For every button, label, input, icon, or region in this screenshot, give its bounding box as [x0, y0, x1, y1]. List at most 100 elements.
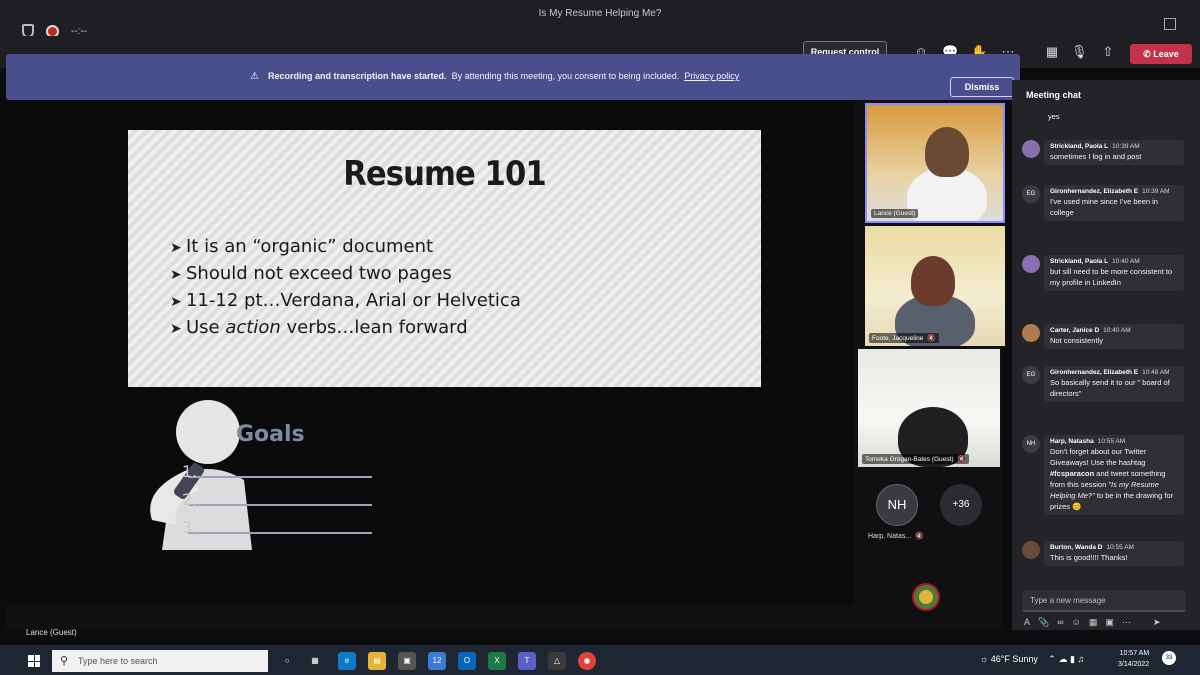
- chat-author: Strickland, Paola L: [1050, 258, 1109, 265]
- goals-illustration: Goals 1. 2. 3.: [132, 400, 392, 555]
- task-view-icon[interactable]: ▦: [306, 652, 324, 670]
- chat-bubble: Gironhernandez, Elizabeth E 10:39 AM I've …: [1044, 185, 1184, 221]
- window-title-bar: Is My Resume Helping Me? --:--: [0, 0, 1200, 38]
- chat-author: Harp, Natasha: [1050, 438, 1094, 445]
- bullet-text-action: Use action verbs…lean forward: [186, 317, 468, 338]
- goal-number: 2.: [182, 490, 198, 509]
- emoji-icon[interactable]: ☺: [1072, 617, 1081, 628]
- tray-icons[interactable]: ⌃ ☁ ▮ ♫: [1048, 654, 1084, 664]
- goal-line: [188, 504, 372, 506]
- format-icon[interactable]: A: [1024, 617, 1030, 628]
- avatar-name-text: Harp, Natas...: [868, 533, 912, 540]
- chat-avatar[interactable]: [1022, 324, 1040, 342]
- window-title: Is My Resume Helping Me?: [538, 8, 662, 19]
- cortana-icon[interactable]: ○: [278, 652, 296, 670]
- chat-text: sometimes I log in and post: [1050, 152, 1142, 161]
- participant-avatar-name: Harp, Natas... 🔇: [868, 532, 924, 540]
- chrome-icon[interactable]: ◉: [578, 652, 596, 670]
- chat-text: This is good!!!! Thanks!: [1050, 553, 1128, 562]
- file-explorer-icon[interactable]: ▤: [368, 652, 386, 670]
- chat-avatar[interactable]: EG: [1022, 185, 1040, 203]
- send-icon[interactable]: ➤: [1153, 617, 1161, 628]
- outlook-icon[interactable]: O: [458, 652, 476, 670]
- leave-button[interactable]: ✆ Leave: [1130, 44, 1192, 64]
- meeting-timer: --:--: [71, 25, 88, 37]
- chat-time: 10:40 AM: [1112, 258, 1140, 265]
- banner-message: Recording and transcription have started…: [268, 71, 739, 81]
- participant-head: [925, 127, 969, 177]
- goals-heading: Goals: [236, 422, 305, 447]
- participant-avatar-nh[interactable]: NH: [876, 484, 918, 526]
- video-tile-tomeka[interactable]: Tomeka Grogan-Bates (Guest) 🔇: [858, 349, 1000, 467]
- arrow-bullet-icon: ➤: [170, 267, 182, 283]
- chat-author: Strickland, Paola L: [1050, 143, 1109, 150]
- chat-text: So basically send it to our " board of d…: [1050, 378, 1170, 398]
- start-button-icon[interactable]: [28, 655, 40, 667]
- dismiss-button[interactable]: Dismiss: [950, 77, 1014, 97]
- chat-avatar[interactable]: EG: [1022, 366, 1040, 384]
- conference-logo: [912, 583, 940, 611]
- chat-bubble: Carter, Janice D 10:40 AM Not consistently: [1044, 324, 1184, 349]
- teams-icon[interactable]: T: [518, 652, 536, 670]
- warning-icon: ⚠: [250, 71, 259, 82]
- recording-banner: ⚠ Recording and transcription have start…: [6, 54, 1020, 100]
- weather-text: 46°F Sunny: [990, 654, 1038, 664]
- acrobat-icon[interactable]: △: [548, 652, 566, 670]
- edge-icon[interactable]: e: [338, 652, 356, 670]
- chat-text: Don't forget about our Twitter Giveaways…: [1050, 447, 1174, 511]
- chat-toolbar: A 📎 ∞ ☺ ▦ ▣ ⋯ ➤: [1024, 617, 1160, 628]
- goal-line: [188, 532, 372, 534]
- taskbar-search[interactable]: ⚲ Type here to search: [52, 650, 268, 672]
- shared-screen: Resume 101 ➤ It is an “organic” document …: [6, 100, 854, 605]
- mail-badge: 12: [432, 656, 442, 665]
- camera-off-icon[interactable]: ▦: [1044, 44, 1060, 60]
- gif-icon[interactable]: ▦: [1089, 617, 1098, 628]
- video-tile-lance[interactable]: Lance (Guest): [865, 103, 1005, 223]
- taskbar-clock[interactable]: 10:57 AM 3/14/2022: [1118, 648, 1149, 670]
- chat-bubble: Burton, Wanda D 10:55 AM This is good!!!! …: [1044, 541, 1184, 566]
- chat-text: I've used mine since I've been in colleg…: [1050, 197, 1158, 217]
- more-options-icon[interactable]: ⋯: [1122, 617, 1131, 628]
- video-tile-jacqueline[interactable]: Foote, Jacqueline 🔇: [865, 226, 1005, 346]
- banner-text: By attending this meeting, you consent t…: [451, 71, 680, 81]
- mail-icon[interactable]: 12: [428, 652, 446, 670]
- sticker-icon[interactable]: ▣: [1105, 617, 1114, 628]
- chat-message-header: Gironhernandez, Elizabeth E 10:48 AM: [1050, 369, 1178, 376]
- chat-time: 10:55 AM: [1106, 544, 1134, 551]
- restore-window-icon[interactable]: [1164, 18, 1176, 30]
- chat-time: 10:40 AM: [1103, 327, 1131, 334]
- mic-off-icon[interactable]: 🎙: [1071, 44, 1088, 60]
- chat-avatar[interactable]: [1022, 255, 1040, 273]
- more-participants-button[interactable]: +36: [940, 484, 982, 526]
- chat-avatar[interactable]: [1022, 140, 1040, 158]
- tile-name-text: Foote, Jacqueline: [872, 335, 924, 342]
- presentation-slide: Resume 101 ➤ It is an “organic” document …: [128, 130, 761, 387]
- clock-date: 3/14/2022: [1118, 661, 1150, 668]
- excel-icon[interactable]: X: [488, 652, 506, 670]
- loop-icon[interactable]: ∞: [1057, 617, 1063, 628]
- slide-bullet: ➤ It is an “organic” document: [170, 234, 521, 261]
- privacy-policy-link[interactable]: Privacy policy: [684, 71, 739, 81]
- participant-head: [911, 256, 955, 306]
- goal-line: [188, 476, 372, 478]
- attach-icon[interactable]: 📎: [1038, 617, 1049, 628]
- presenter-name: Lance (Guest): [26, 628, 77, 637]
- chat-avatar[interactable]: [1022, 541, 1040, 559]
- chat-bubble: Harp, Natasha 10:55 AM Don't forget about …: [1044, 435, 1184, 515]
- bullet-text: 11-12 pt…Verdana, Arial or Helvetica: [186, 290, 521, 311]
- notification-badge[interactable]: 33: [1162, 651, 1176, 665]
- chat-avatar[interactable]: NH: [1022, 435, 1040, 453]
- bullet-text: It is an “organic” document: [186, 236, 434, 257]
- tile-name: Lance (Guest): [871, 209, 919, 218]
- slide-bullet: ➤ Should not exceed two pages: [170, 261, 521, 288]
- arrow-bullet-icon: ➤: [170, 321, 182, 337]
- meeting-stage: Resume 101 ➤ It is an “organic” document …: [6, 100, 1002, 630]
- chat-author: Gironhernandez, Elizabeth E: [1050, 188, 1139, 195]
- chat-input[interactable]: Type a new message: [1022, 590, 1186, 612]
- store-icon[interactable]: ▣: [398, 652, 416, 670]
- chat-author: Gironhernandez, Elizabeth E: [1050, 369, 1139, 376]
- weather-icon: ☼: [980, 654, 989, 664]
- chat-time: 10:39 AM: [1112, 143, 1140, 150]
- share-icon[interactable]: ⇧: [1100, 44, 1116, 60]
- system-tray: ☼ 46°F Sunny ⌃ ☁ ▮ ♫: [980, 654, 1084, 665]
